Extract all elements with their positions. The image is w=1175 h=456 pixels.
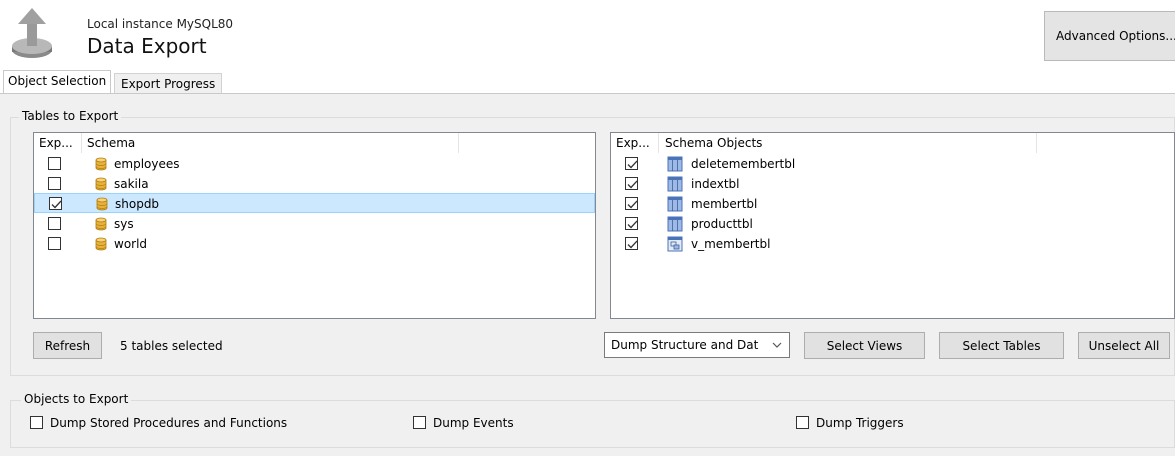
dump-mode-value: Dump Structure and Dat: [611, 338, 759, 352]
database-icon: [94, 196, 110, 212]
schema-name: sys: [114, 217, 134, 231]
export-checkbox[interactable]: [48, 177, 61, 190]
tables-to-export-label: Tables to Export: [19, 109, 122, 123]
schema-name: sakila: [114, 177, 149, 191]
instance-name: Local instance MySQL80: [87, 17, 234, 31]
header: Local instance MySQL80 Data Export Advan…: [0, 0, 1175, 70]
column-export[interactable]: Exp...: [39, 136, 73, 150]
objects-to-export-label: Objects to Export: [21, 392, 132, 406]
chevron-down-icon: [772, 342, 782, 348]
column-schema-objects[interactable]: Schema Objects: [665, 136, 762, 150]
export-checkbox[interactable]: [625, 177, 638, 190]
column-separator: [1036, 133, 1037, 153]
export-checkbox[interactable]: [625, 197, 638, 210]
schema-object-row[interactable]: v_membertbl: [611, 234, 1174, 254]
dump-triggers-option[interactable]: Dump Triggers: [796, 413, 916, 433]
schema-objects-list[interactable]: Exp... Schema Objects deletemembertbl ind…: [610, 132, 1175, 319]
selection-status: 5 tables selected: [120, 339, 223, 353]
dump-mode-select[interactable]: Dump Structure and Dat: [604, 332, 790, 358]
schema-name: shopdb: [115, 197, 160, 211]
page-title: Data Export: [87, 34, 207, 58]
schema-object-name: membertbl: [691, 197, 758, 211]
dump-events-option[interactable]: Dump Events: [413, 413, 533, 433]
table-icon: [667, 216, 683, 232]
dump-triggers-label: Dump Triggers: [816, 416, 904, 430]
dump-events-checkbox[interactable]: [413, 416, 426, 429]
schema-object-name: indextbl: [691, 177, 740, 191]
dump-events-label: Dump Events: [433, 416, 514, 430]
schema-row[interactable]: sakila: [34, 174, 595, 194]
export-checkbox[interactable]: [625, 237, 638, 250]
dump-routines-checkbox[interactable]: [30, 416, 43, 429]
tab-bar: Export Progress Object Selection: [0, 70, 1175, 94]
export-checkbox[interactable]: [625, 217, 638, 230]
column-schema[interactable]: Schema: [87, 136, 135, 150]
export-checkbox[interactable]: [48, 217, 61, 230]
table-icon: [667, 176, 683, 192]
schema-object-name: producttbl: [691, 217, 753, 231]
column-separator: [81, 133, 82, 153]
export-checkbox[interactable]: [48, 157, 61, 170]
schema-row[interactable]: employees: [34, 154, 595, 174]
dump-routines-label: Dump Stored Procedures and Functions: [50, 416, 288, 430]
schema-row[interactable]: shopdb: [34, 193, 595, 213]
object-selection-panel: Tables to Export Exp... Schema employees…: [0, 94, 1175, 456]
schema-object-row[interactable]: indextbl: [611, 174, 1174, 194]
schema-object-name: deletemembertbl: [691, 157, 796, 171]
table-icon: [667, 196, 683, 212]
schema-object-row[interactable]: deletemembertbl: [611, 154, 1174, 174]
schema-list-header: Exp... Schema: [34, 133, 595, 153]
export-checkbox[interactable]: [48, 237, 61, 250]
column-separator: [658, 133, 659, 153]
export-checkbox[interactable]: [49, 197, 62, 210]
schema-row[interactable]: world: [34, 234, 595, 254]
tab-export-progress[interactable]: Export Progress: [114, 73, 223, 94]
unselect-all-button[interactable]: Unselect All: [1078, 332, 1170, 359]
column-export[interactable]: Exp...: [616, 136, 650, 150]
select-tables-button[interactable]: Select Tables: [939, 332, 1064, 359]
schema-row[interactable]: sys: [34, 214, 595, 234]
schema-object-row[interactable]: membertbl: [611, 194, 1174, 214]
database-icon: [93, 216, 109, 232]
database-icon: [93, 156, 109, 172]
select-views-button[interactable]: Select Views: [804, 332, 925, 359]
database-icon: [93, 176, 109, 192]
schema-list[interactable]: Exp... Schema employees sakila shopdb sys wo…: [33, 132, 596, 319]
schema-name: world: [114, 237, 148, 251]
schema-object-row[interactable]: producttbl: [611, 214, 1174, 234]
schema-name: employees: [114, 157, 180, 171]
export-arrow-disk-icon: [12, 8, 52, 58]
dump-routines-option[interactable]: Dump Stored Procedures and Functions: [30, 413, 300, 433]
tab-object-selection[interactable]: Object Selection: [3, 70, 112, 94]
advanced-options-button[interactable]: Advanced Options...: [1044, 11, 1175, 61]
objects-list-header: Exp... Schema Objects: [611, 133, 1174, 153]
view-icon: [667, 236, 683, 252]
refresh-button[interactable]: Refresh: [33, 332, 102, 359]
export-checkbox[interactable]: [625, 157, 638, 170]
schema-object-name: v_membertbl: [691, 237, 771, 251]
column-separator: [458, 133, 459, 153]
dump-triggers-checkbox[interactable]: [796, 416, 809, 429]
database-icon: [93, 236, 109, 252]
table-icon: [667, 156, 683, 172]
